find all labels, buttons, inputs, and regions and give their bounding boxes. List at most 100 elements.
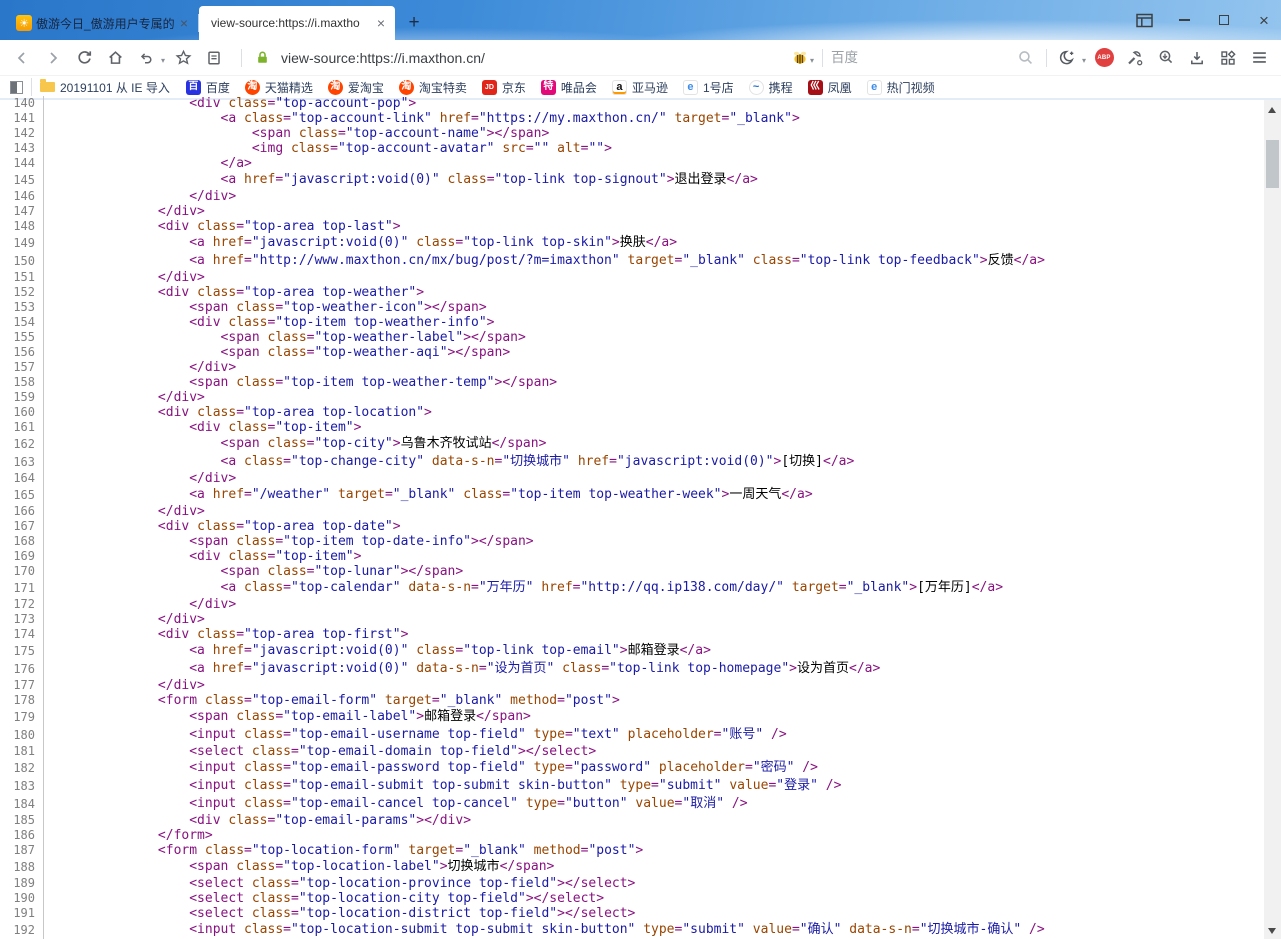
- adblock-plus-icon[interactable]: ABP: [1092, 46, 1116, 70]
- source-row: 140 <div class="top-account-pop">: [0, 96, 1264, 111]
- https-lock-icon[interactable]: [250, 46, 274, 70]
- line-number: 154: [0, 315, 44, 330]
- tab-maxthon-today[interactable]: ☀ 傲游今日_傲游用户专属的网 ×: [8, 6, 198, 40]
- source-row: 141 <a class="top-account-link" href="ht…: [0, 111, 1264, 126]
- refresh-icon[interactable]: [72, 46, 96, 70]
- bookmark-item[interactable]: 巛凤凰: [808, 79, 852, 96]
- apps-grid-icon[interactable]: [1216, 46, 1240, 70]
- line-number: 190: [0, 891, 44, 906]
- main-menu-icon-svg: [1250, 48, 1269, 67]
- source-row: 150 <a href="http://www.maxthon.cn/mx/bu…: [0, 252, 1264, 270]
- source-row: 183 <input class="top-email-submit top-s…: [0, 777, 1264, 795]
- source-line: <span class="top-city">乌鲁木齐牧试站</span>: [44, 435, 546, 453]
- minimize-button[interactable]: [1175, 11, 1193, 29]
- new-tab-button[interactable]: +: [401, 6, 427, 40]
- bookmark-item[interactable]: e1号店: [683, 79, 734, 96]
- source-line: <div class="top-account-pop">: [44, 96, 416, 111]
- scrollbar[interactable]: [1264, 100, 1281, 939]
- bookmarks-list: 百百度淘天猫精选淘爱淘宝淘淘宝特卖JD京东特唯品会a亚马逊e1号店~携程巛凤凰e…: [186, 79, 935, 96]
- source-line: <a href="javascript:void(0)" class="top-…: [44, 642, 711, 660]
- bookmark-item[interactable]: 淘天猫精选: [245, 79, 313, 96]
- bookmark-item[interactable]: a亚马逊: [612, 79, 668, 96]
- resource-sniffer-icon[interactable]: [1154, 46, 1178, 70]
- bookmark-item[interactable]: ~携程: [749, 79, 793, 96]
- favorites-star-icon[interactable]: [171, 46, 195, 70]
- maximize-button[interactable]: [1215, 11, 1233, 29]
- bee-search-engine-icon-svg: [791, 49, 809, 67]
- search-icon-svg: [1017, 49, 1034, 66]
- bookmark-item[interactable]: 百百度: [186, 79, 230, 96]
- back-icon-svg: [14, 50, 30, 66]
- notes-icon[interactable]: [202, 46, 226, 70]
- refresh-icon-svg: [76, 49, 93, 66]
- line-number: 169: [0, 549, 44, 564]
- back-icon[interactable]: [10, 46, 34, 70]
- source-line: </form>: [44, 828, 213, 843]
- bookmark-item[interactable]: 淘爱淘宝: [328, 79, 384, 96]
- search-input[interactable]: [831, 50, 1014, 65]
- source-row: 182 <input class="top-email-password top…: [0, 759, 1264, 777]
- source-row: 179 <span class="top-email-label">邮箱登录</…: [0, 708, 1264, 726]
- chevron-down-icon[interactable]: ▾: [810, 56, 814, 65]
- bookmark-label: 百度: [206, 79, 230, 96]
- download-icon-svg: [1188, 49, 1206, 67]
- source-row: 169 <div class="top-item">: [0, 549, 1264, 564]
- ctrip-dolphin-icon: ~: [749, 80, 764, 95]
- source-row: 188 <span class="top-location-label">切换城…: [0, 858, 1264, 876]
- url-input[interactable]: [281, 50, 788, 66]
- source-line: <select class="top-email-domain top-fiel…: [44, 744, 596, 759]
- source-line: <input class="top-email-submit top-submi…: [44, 777, 841, 795]
- home-icon[interactable]: [103, 46, 127, 70]
- chevron-down-icon[interactable]: ▾: [1082, 56, 1086, 65]
- scrollbar-thumb[interactable]: [1266, 140, 1279, 188]
- line-number: 182: [0, 759, 44, 777]
- wrench-fix-icon[interactable]: [1123, 46, 1147, 70]
- tab-view-source[interactable]: view-source:https://i.maxtho ×: [199, 6, 395, 40]
- source-line: </div>: [44, 360, 236, 375]
- chevron-down-icon[interactable]: ▾: [161, 56, 165, 65]
- bookmark-item[interactable]: 淘淘宝特卖: [399, 79, 467, 96]
- search-box[interactable]: ▾: [788, 46, 1038, 70]
- source-line: <a href="javascript:void(0)" class="top-…: [44, 234, 677, 252]
- bookmark-item[interactable]: JD京东: [482, 79, 526, 96]
- close-tab-icon[interactable]: ×: [178, 15, 190, 31]
- address-bar[interactable]: [250, 46, 788, 70]
- scroll-down-arrow-icon[interactable]: [1268, 928, 1276, 934]
- home-icon-svg: [107, 49, 124, 66]
- panel-layout-icon[interactable]: [1135, 11, 1153, 29]
- line-number: 160: [0, 405, 44, 420]
- bee-search-engine-icon[interactable]: [788, 46, 812, 70]
- bookmark-folder-import[interactable]: 20191101 从 IE 导入: [40, 79, 170, 96]
- forward-icon[interactable]: [41, 46, 65, 70]
- search-icon[interactable]: [1014, 46, 1038, 70]
- close-tab-icon[interactable]: ×: [375, 15, 387, 31]
- bookmark-label: 天猫精选: [265, 79, 313, 96]
- panel-layout-icon-svg: [1136, 13, 1153, 28]
- night-mode-moon-icon-svg: [1058, 49, 1076, 67]
- bookmark-label: 唯品会: [561, 79, 597, 96]
- line-number: 141: [0, 111, 44, 126]
- source-row: 177 </div>: [0, 678, 1264, 693]
- title-bar: ☀ 傲游今日_傲游用户专属的网 × view-source:https://i.…: [0, 0, 1281, 40]
- download-icon[interactable]: [1185, 46, 1209, 70]
- bookmark-label: 凤凰: [828, 79, 852, 96]
- scroll-up-arrow-icon[interactable]: [1268, 107, 1276, 113]
- phoenix-icon: 巛: [808, 80, 823, 95]
- source-row: 144 </a>: [0, 156, 1264, 171]
- bookmark-label: 亚马逊: [632, 79, 668, 96]
- close-window-button[interactable]: ×: [1255, 11, 1273, 29]
- bookmark-item[interactable]: 特唯品会: [541, 79, 597, 96]
- source-row: 168 <span class="top-item top-date-info"…: [0, 534, 1264, 549]
- taobao-icon: 淘: [328, 80, 343, 95]
- bookmark-item[interactable]: e热门视频: [867, 79, 935, 96]
- line-number: 149: [0, 234, 44, 252]
- source-line: <img class="top-account-avatar" src="" a…: [44, 141, 612, 156]
- night-mode-moon-icon[interactable]: [1055, 46, 1079, 70]
- main-menu-icon[interactable]: [1247, 46, 1271, 70]
- line-number: 175: [0, 642, 44, 660]
- source-line: </div>: [44, 597, 236, 612]
- line-number: 181: [0, 744, 44, 759]
- favorites-panel-toggle-icon[interactable]: [10, 81, 23, 94]
- source-row: 175 <a href="javascript:void(0)" class="…: [0, 642, 1264, 660]
- undo-closed-tabs-icon[interactable]: [134, 46, 158, 70]
